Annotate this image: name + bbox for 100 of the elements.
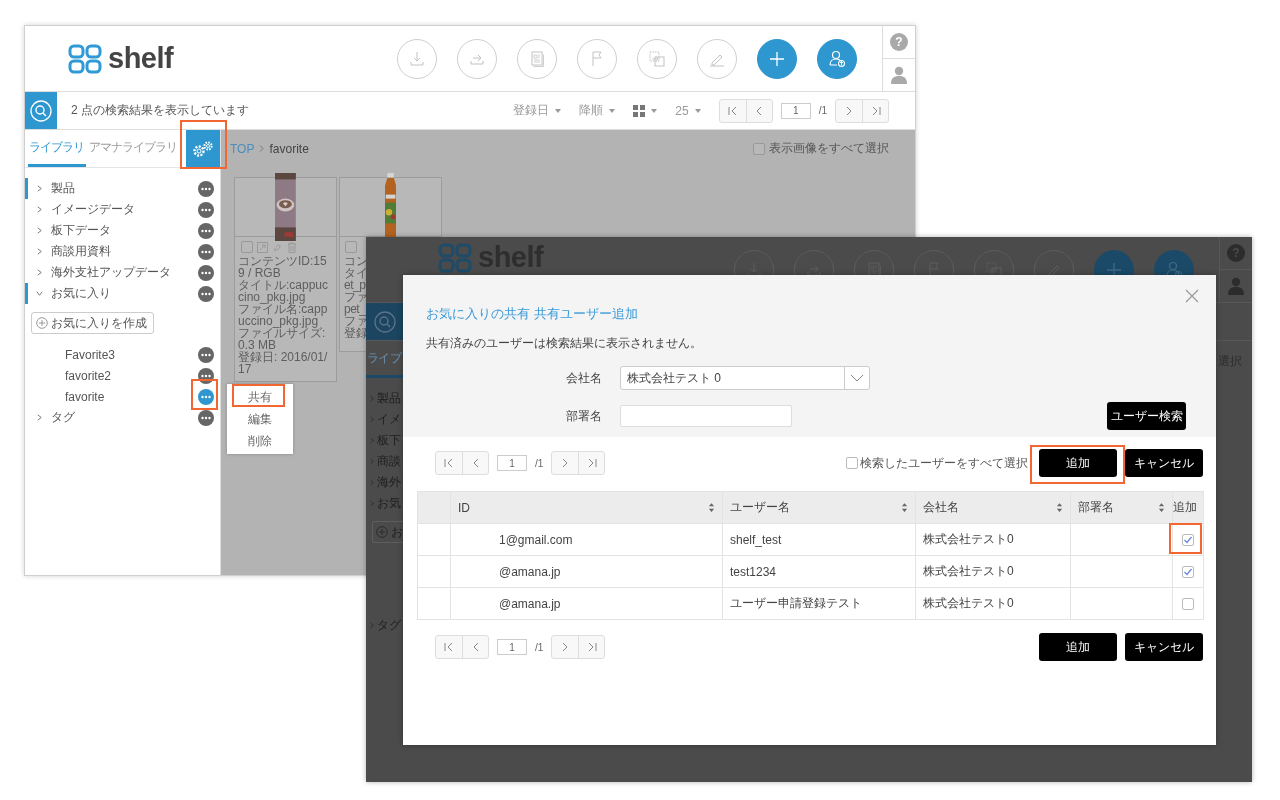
checkbox[interactable] (846, 457, 858, 469)
menu-item[interactable]: 編集 (227, 408, 293, 430)
user-search-button[interactable]: ユーザー検索 (1107, 402, 1186, 430)
highlight-frame (1169, 523, 1202, 554)
file-info-text: et_p (344, 279, 366, 291)
company-select[interactable]: 株式会社テスト 0 (620, 366, 870, 390)
more-icon (201, 207, 211, 212)
view-dropdown[interactable] (633, 104, 658, 117)
column-header[interactable]: ユーザー名 (722, 491, 916, 524)
file-info-text: ファイルサイズ:0.3 MB (238, 327, 327, 351)
first-page-icon (726, 104, 739, 117)
link-icon (272, 241, 283, 253)
checkbox[interactable] (345, 241, 357, 253)
more-icon (201, 270, 211, 275)
column-header[interactable]: 追加 (1172, 491, 1204, 524)
search-button[interactable] (366, 303, 403, 340)
more-button[interactable] (198, 346, 214, 363)
expand-icon (257, 241, 268, 253)
checkbox[interactable] (241, 241, 253, 253)
select-all-label: 表示画像をすべて選択 (769, 140, 889, 157)
checkbox[interactable] (1182, 566, 1194, 579)
more-icon (201, 291, 211, 296)
column-header[interactable]: ID (450, 491, 723, 524)
create-favorite-button[interactable]: お気に入りを作成 (31, 312, 154, 334)
more-icon (201, 228, 211, 233)
search-button[interactable] (25, 92, 57, 129)
sort-icon (1056, 502, 1063, 513)
more-icon (201, 249, 211, 254)
file-info-text: pet_ (344, 303, 366, 315)
add-button[interactable]: 追加 (1039, 449, 1117, 477)
more-icon (201, 186, 211, 191)
search-icon (372, 309, 397, 334)
trash-icon (287, 241, 297, 253)
close-icon (1184, 288, 1200, 304)
checkbox[interactable] (1182, 598, 1194, 611)
folder-label[interactable]: 海外支社アップデータ (51, 264, 171, 281)
favorite-label[interactable]: favorite (65, 389, 105, 404)
file-info-text: タイ (344, 267, 367, 279)
first-page-icon (443, 457, 455, 469)
sort-icon (901, 502, 908, 513)
cancel-button[interactable]: キャンセル (1125, 633, 1203, 661)
table-cell: 株式会社テスト0 (915, 587, 1071, 620)
department-field[interactable] (620, 405, 792, 427)
checkbox[interactable] (753, 142, 765, 155)
user-icon (891, 66, 907, 84)
more-button[interactable] (198, 201, 214, 218)
table-cell: @amana.jp (450, 555, 723, 588)
more-button[interactable] (198, 264, 214, 281)
user-plus-icon (827, 48, 847, 69)
more-button[interactable] (198, 388, 214, 405)
more-icon (201, 415, 211, 420)
highlight-frame (191, 379, 218, 410)
dialog-note: 共有済みのユーザーは検索結果に表示されません。 (426, 335, 702, 352)
caret-icon (694, 108, 701, 113)
caret-icon (651, 108, 658, 113)
folder-label[interactable]: 商談用資料 (51, 243, 111, 260)
page-field[interactable]: 1 (497, 455, 527, 471)
page-total: /1 (535, 457, 544, 469)
settings-button[interactable] (186, 130, 220, 167)
breadcrumb-link[interactable]: favorite (269, 141, 309, 156)
column-header[interactable]: 部署名 (1070, 491, 1173, 524)
column-header[interactable]: 会社名 (915, 491, 1071, 524)
select-all-label: 検索したユーザーをすべて選択 (860, 454, 1028, 472)
more-button[interactable] (198, 180, 214, 197)
more-button[interactable] (198, 243, 214, 260)
sort-icon (708, 502, 715, 513)
table-cell: 株式会社テスト0 (915, 555, 1071, 588)
add-button[interactable]: 追加 (1039, 633, 1117, 661)
table-cell: shelf_test (722, 523, 916, 556)
file-info-text: タイトル:cappuccino_pkg.jpg (238, 279, 330, 303)
folder-label[interactable]: 製品 (51, 180, 75, 197)
favorite-label[interactable]: favorite2 (65, 368, 112, 383)
file-info-text: ファイル名:cappuccino_pkg.jpg (238, 303, 329, 327)
cancel-button[interactable]: キャンセル (1125, 449, 1203, 477)
more-button[interactable] (198, 285, 214, 302)
folder-label[interactable]: 板下データ (51, 222, 111, 239)
more-icon (201, 352, 211, 357)
menu-item[interactable]: 削除 (227, 430, 293, 452)
breadcrumb-separator-icon (259, 145, 265, 152)
user-icon (1228, 277, 1244, 295)
folder-label[interactable]: お気に入り (51, 285, 111, 302)
plus-circle-icon (376, 526, 388, 538)
more-icon (201, 394, 211, 399)
plus-circle-icon (36, 317, 48, 329)
sort-icon (1158, 502, 1165, 513)
field-label: 部署名 (565, 407, 602, 425)
field-label: 会社名 (565, 369, 602, 387)
caret-icon (609, 108, 616, 113)
more-button[interactable] (198, 222, 214, 239)
file-info-text: コンテンツID:159 / RGB (238, 255, 328, 279)
page-field[interactable]: 1 (780, 102, 811, 119)
folder-label[interactable]: タグ (51, 409, 75, 426)
page-field[interactable]: 1 (497, 639, 527, 655)
checkbox[interactable] (1182, 534, 1194, 547)
favorite-label[interactable]: Favorite3 (65, 347, 116, 362)
logo-icon (68, 43, 102, 74)
folder-label[interactable]: イメージデータ (51, 201, 135, 218)
dialog-title: お気に入りの共有 共有ユーザー追加 (426, 305, 638, 323)
table-cell: test1234 (722, 555, 916, 588)
page-total: /1 (535, 641, 544, 653)
